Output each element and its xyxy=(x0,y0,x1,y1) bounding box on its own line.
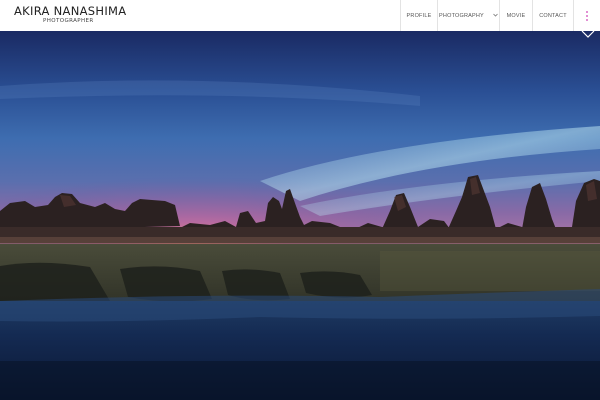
main-nav: PROFILE PHOTOGRAPHY MOVIE CONTACT xyxy=(400,0,600,31)
brand-subtitle: PHOTOGRAPHER xyxy=(43,18,94,24)
site-logo[interactable]: AKIRA NANASHIMA PHOTOGRAPHER xyxy=(14,5,126,25)
nav-movie-label: MOVIE xyxy=(506,12,526,19)
nav-contact[interactable]: CONTACT xyxy=(532,0,573,31)
nav-contact-label: CONTACT xyxy=(539,12,567,19)
menu-dots-icon xyxy=(584,10,590,21)
nav-movie[interactable]: MOVIE xyxy=(499,0,532,31)
brand-name: AKIRA NANASHIMA xyxy=(14,4,127,18)
nav-profile-label: PROFILE xyxy=(406,12,432,19)
nav-photography-label: PHOTOGRAPHY xyxy=(439,12,484,19)
chevron-down-icon xyxy=(493,13,498,19)
nav-profile[interactable]: PROFILE xyxy=(400,0,437,31)
site-header: AKIRA NANASHIMA PHOTOGRAPHER PROFILE PHO… xyxy=(0,0,600,31)
scroll-down-icon[interactable] xyxy=(580,27,596,38)
hero-photo xyxy=(0,31,600,400)
nav-photography[interactable]: PHOTOGRAPHY xyxy=(437,0,499,31)
